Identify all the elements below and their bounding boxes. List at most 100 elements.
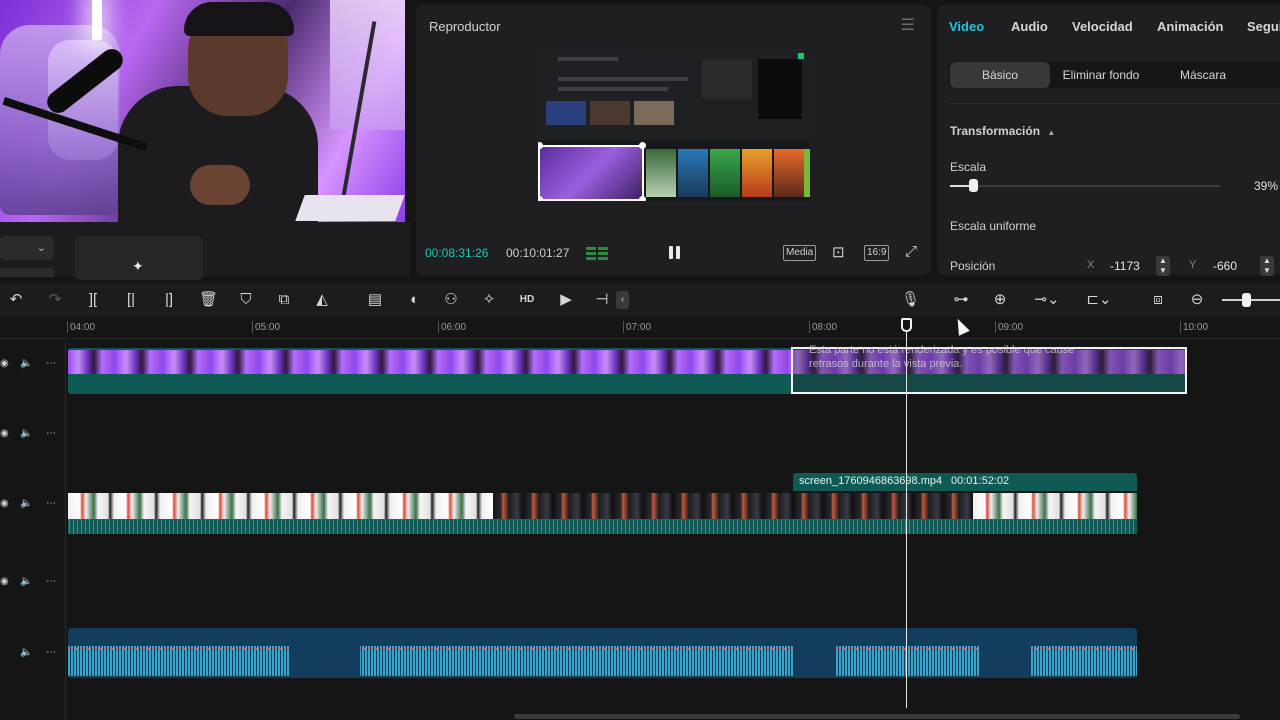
resize-handle[interactable] [538, 196, 543, 201]
menu-icon[interactable]: ☰ [901, 15, 915, 35]
eye-icon[interactable]: ◉ [0, 498, 9, 509]
pos-x-label: X [1087, 259, 1095, 271]
media-dropdown[interactable]: ⌄ [0, 236, 54, 260]
audio-clip[interactable] [68, 628, 1137, 678]
ruler-label: 06:00 [441, 322, 467, 333]
speaker-icon[interactable]: 🔈 [20, 498, 32, 509]
uniform-scale-label: Escala uniforme [950, 219, 1037, 233]
section-transform[interactable]: Transformación ▲ [950, 124, 1055, 138]
pos-x-value[interactable]: -1173 [1110, 259, 1140, 273]
delete-icon[interactable]: 🗑 [199, 291, 218, 309]
eye-icon[interactable]: ◉ [0, 576, 9, 587]
tab-video[interactable]: Video [949, 19, 984, 34]
screen-clip-waveform [68, 519, 1137, 534]
scale-value[interactable]: 39% [1254, 179, 1278, 193]
mark-icon[interactable]: ⛉ [237, 291, 255, 309]
section-title: Transformación [950, 124, 1041, 138]
pause-button[interactable] [669, 246, 681, 260]
eye-icon[interactable]: ◉ [0, 428, 9, 439]
fit-icon[interactable]: ⧈ [1149, 291, 1167, 309]
more-icon[interactable]: ⋯ [46, 576, 56, 587]
ruler-label: 04:00 [70, 322, 96, 333]
magic-icon[interactable]: ✧ [480, 291, 498, 309]
ruler-label: 07:00 [626, 322, 652, 333]
preview-canvas[interactable] [538, 49, 810, 201]
more-icon[interactable]: ⋯ [46, 428, 56, 439]
fullscreen-icon[interactable]: ⤢ [905, 243, 923, 261]
screen-clip-duration: 00:01:52:02 [951, 475, 1010, 487]
player-panel: Reproductor ☰ 00:08:31:26 00:10:01:27 Me… [416, 5, 931, 275]
ai-tile[interactable]: ✦ [75, 236, 203, 280]
mirror-icon[interactable]: ◭ [313, 291, 331, 309]
horizontal-scrollbar[interactable] [514, 714, 1240, 719]
zoom-slider-knob[interactable] [1242, 293, 1251, 307]
screen-clip-thumbnails[interactable] [973, 493, 1137, 519]
mic-icon[interactable]: 🎙 [901, 291, 920, 309]
subtab-mask[interactable]: Máscara [1153, 62, 1253, 88]
tab-speed[interactable]: Velocidad [1072, 19, 1133, 34]
eye-icon[interactable]: ◉ [0, 358, 9, 369]
time-ruler[interactable]: 04:00 05:00 06:00 07:00 08:00 09:00 10:0… [0, 317, 1280, 339]
inspector-panel: Video Audio Velocidad Animación Segui Bá… [937, 5, 1280, 276]
subtab-basic[interactable]: Básico [950, 62, 1050, 88]
player-title: Reproductor [429, 19, 501, 34]
preview-selected-layer[interactable] [538, 145, 644, 201]
playhead[interactable] [906, 330, 907, 708]
undo-icon[interactable]: ↶ [7, 291, 25, 309]
zoom-slider[interactable] [1222, 299, 1280, 301]
scale-slider[interactable] [950, 185, 1220, 187]
more-icon[interactable]: ⋯ [46, 647, 56, 658]
screen-clip-thumbnails-dark[interactable] [793, 493, 973, 519]
media-button[interactable]: Media [783, 245, 817, 261]
resize-handle[interactable] [639, 196, 646, 201]
speaker-icon[interactable]: 🔈 [20, 576, 32, 587]
tab-tracking[interactable]: Segui [1247, 19, 1280, 34]
preview-thumb [758, 59, 802, 119]
current-time: 00:08:31:26 [425, 246, 489, 260]
tab-audio[interactable]: Audio [1011, 19, 1048, 34]
subtitle-icon[interactable]: ▤ [366, 291, 384, 309]
cutout-icon[interactable]: ⚇ [442, 291, 460, 309]
chain-icon[interactable]: ⊸⌄ [1030, 291, 1064, 309]
audio-quiet [290, 646, 360, 678]
wc-light [92, 0, 102, 40]
zoom-out-icon[interactable]: ⊖ [1188, 291, 1206, 309]
preview-thumb [546, 101, 586, 125]
speaker-icon[interactable]: 🔈 [20, 647, 32, 658]
crop-icon[interactable]: ⧉ [275, 291, 293, 309]
split-icon[interactable]: ][ [84, 291, 102, 309]
audio-quiet [793, 646, 835, 678]
speaker-icon[interactable]: 🔈 [20, 358, 32, 369]
more-icon[interactable]: ⋯ [46, 498, 56, 509]
more-icon[interactable]: ⋯ [46, 358, 56, 369]
snap-icon[interactable]: ⊕ [991, 291, 1009, 309]
scale-slider-knob[interactable] [969, 179, 978, 192]
resize-handle[interactable] [639, 142, 646, 149]
screen-clip-thumbnails-dark[interactable] [493, 493, 793, 519]
split-left-icon[interactable]: [| [122, 291, 140, 309]
pos-y-stepper[interactable]: ▲ ▼ [1260, 256, 1274, 276]
playhead-handle[interactable] [901, 318, 912, 332]
media-panel [0, 222, 410, 277]
pos-x-stepper[interactable]: ▲ ▼ [1156, 256, 1170, 276]
redo-icon[interactable]: ↷ [46, 291, 64, 309]
speaker-icon[interactable]: 🔈 [20, 428, 32, 439]
track-gutter [0, 339, 66, 720]
tab-animation[interactable]: Animación [1157, 19, 1223, 34]
pos-y-label: Y [1189, 259, 1197, 271]
hd-icon[interactable]: HD [518, 291, 536, 309]
ruler-tick [67, 321, 68, 333]
freeze-icon[interactable]: ▶ [557, 291, 575, 309]
pos-y-value[interactable]: -660 [1213, 259, 1237, 273]
collapse-toolbar-button[interactable]: ‹ [616, 291, 629, 309]
link-icon[interactable]: ⊶ [952, 291, 970, 309]
preview-thumb [702, 59, 752, 99]
subtab-remove-bg[interactable]: Eliminar fondo [1051, 62, 1151, 88]
ratio-button[interactable]: 16:9 [864, 245, 890, 261]
focus-icon[interactable]: ⊡ [832, 243, 850, 261]
audio-icon[interactable]: ◖ [404, 291, 422, 309]
preview-axis-icon[interactable]: ⊏⌄ [1082, 291, 1116, 309]
screen-clip-thumbnails[interactable] [68, 493, 493, 519]
adjust-icon[interactable]: ⊣ [593, 291, 611, 309]
split-right-icon[interactable]: |] [160, 291, 178, 309]
